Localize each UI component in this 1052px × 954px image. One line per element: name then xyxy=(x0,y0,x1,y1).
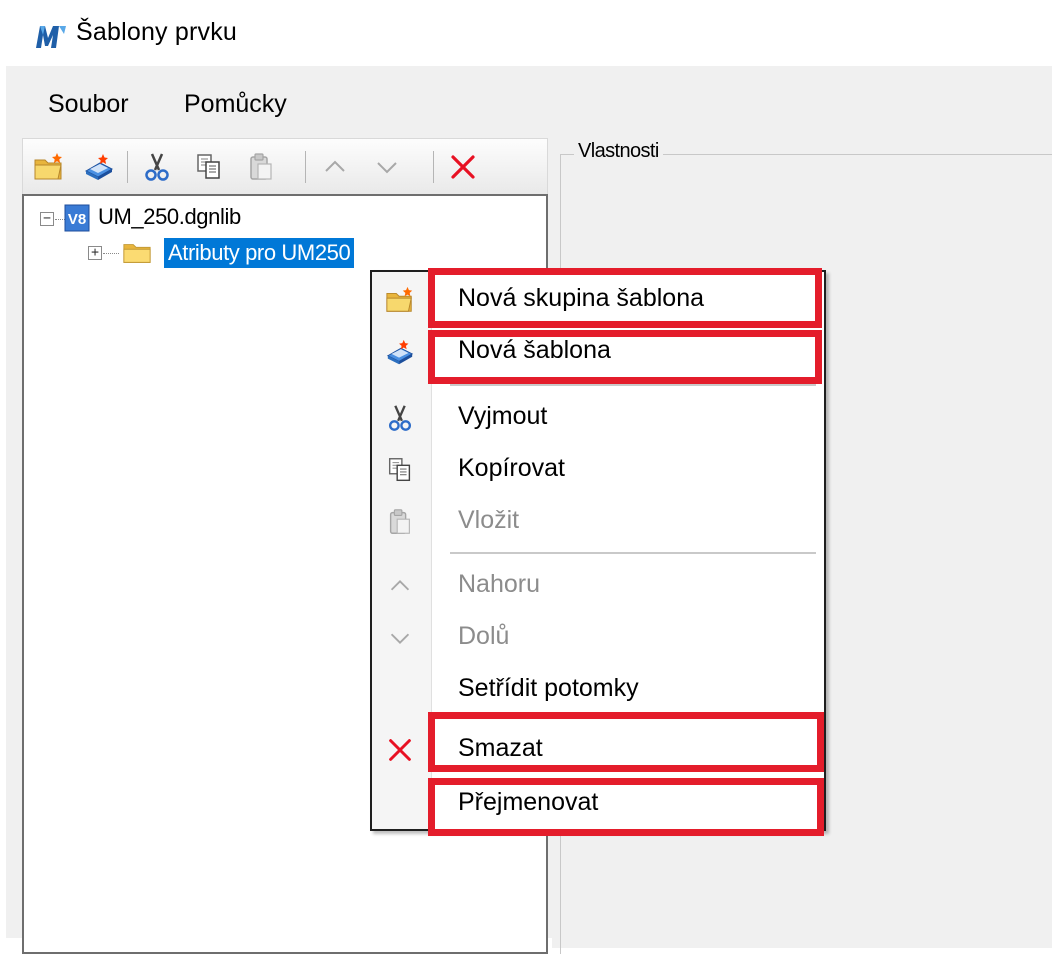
menu-new-template[interactable]: Nová šablona xyxy=(372,330,824,374)
menu-delete[interactable]: Smazat xyxy=(372,728,824,772)
tree-connector xyxy=(103,253,119,254)
tree-node-root[interactable]: UM_250.dgnlib xyxy=(94,202,245,232)
title-bar: Šablony prvku xyxy=(0,0,1052,66)
menu-item-label: Dolů xyxy=(458,622,510,650)
context-menu: Nová skupina šablona Nová šablona Vyjmou… xyxy=(370,270,826,831)
toolbar-new-group-button[interactable] xyxy=(29,147,69,187)
menu-item-label: Vložit xyxy=(458,506,520,534)
cut-icon xyxy=(141,151,173,183)
new-folder-icon xyxy=(385,285,415,315)
chevron-up-icon xyxy=(385,571,415,601)
tree-collapse-toggle[interactable]: − xyxy=(40,212,54,226)
properties-title: Vlastnosti xyxy=(574,140,663,163)
chevron-down-icon xyxy=(371,151,403,183)
folder-icon xyxy=(122,238,152,268)
new-template-icon xyxy=(83,151,115,183)
tree-toolbar xyxy=(22,138,548,194)
new-folder-icon xyxy=(33,151,65,183)
paste-icon xyxy=(245,151,277,183)
menu-paste[interactable]: Vložit xyxy=(372,500,824,544)
delete-icon xyxy=(447,151,479,183)
toolbar-copy-button[interactable] xyxy=(189,147,229,187)
svg-text:V8: V8 xyxy=(68,211,86,228)
cut-icon xyxy=(385,403,415,433)
menu-item-label: Nahoru xyxy=(458,570,540,598)
v8-file-icon: V8 xyxy=(64,204,90,232)
toolbar-separator xyxy=(305,151,306,183)
menu-sort-children[interactable]: Setřídit potomky xyxy=(372,668,824,712)
tree-expand-toggle[interactable]: + xyxy=(88,246,102,260)
toolbar-separator xyxy=(433,151,434,183)
toolbar-separator xyxy=(127,151,128,183)
toolbar-cut-button[interactable] xyxy=(137,147,177,187)
menu-rename[interactable]: Přejmenovat xyxy=(372,782,824,826)
menu-separator xyxy=(450,552,816,554)
menu-soubor[interactable]: Soubor xyxy=(40,86,137,123)
window-title: Šablony prvku xyxy=(76,18,238,46)
menu-item-label: Přejmenovat xyxy=(458,788,599,816)
menu-move-down[interactable]: Dolů xyxy=(372,616,824,660)
menu-separator xyxy=(450,384,816,386)
paste-icon xyxy=(385,507,415,537)
menu-pomucky[interactable]: Pomůcky xyxy=(176,86,295,123)
menu-item-label: Kopírovat xyxy=(458,454,566,482)
chevron-up-icon xyxy=(319,151,351,183)
menu-cut[interactable]: Vyjmout xyxy=(372,396,824,440)
toolbar-delete-button[interactable] xyxy=(443,147,483,187)
chevron-down-icon xyxy=(385,623,415,653)
menu-item-label: Smazat xyxy=(458,734,543,762)
menu-bar: Soubor Pomůcky xyxy=(6,80,1052,124)
menu-move-up[interactable]: Nahoru xyxy=(372,564,824,608)
menu-copy[interactable]: Kopírovat xyxy=(372,448,824,492)
tree-node-selected[interactable]: Atributy pro UM250 xyxy=(164,238,355,268)
copy-icon xyxy=(385,455,415,485)
app-logo-icon xyxy=(36,26,66,48)
toolbar-paste-button[interactable] xyxy=(241,147,281,187)
delete-icon xyxy=(385,735,415,765)
menu-item-label: Setřídit potomky xyxy=(458,674,639,702)
toolbar-move-down-button[interactable] xyxy=(367,147,407,187)
menu-item-label: Nová skupina šablona xyxy=(458,284,704,312)
toolbar-new-template-button[interactable] xyxy=(79,147,119,187)
new-template-icon xyxy=(385,337,415,367)
menu-item-label: Vyjmout xyxy=(458,402,548,430)
copy-icon xyxy=(193,151,225,183)
menu-new-group-template[interactable]: Nová skupina šablona xyxy=(372,278,824,322)
menu-item-label: Nová šablona xyxy=(458,336,611,364)
toolbar-move-up-button[interactable] xyxy=(315,147,355,187)
